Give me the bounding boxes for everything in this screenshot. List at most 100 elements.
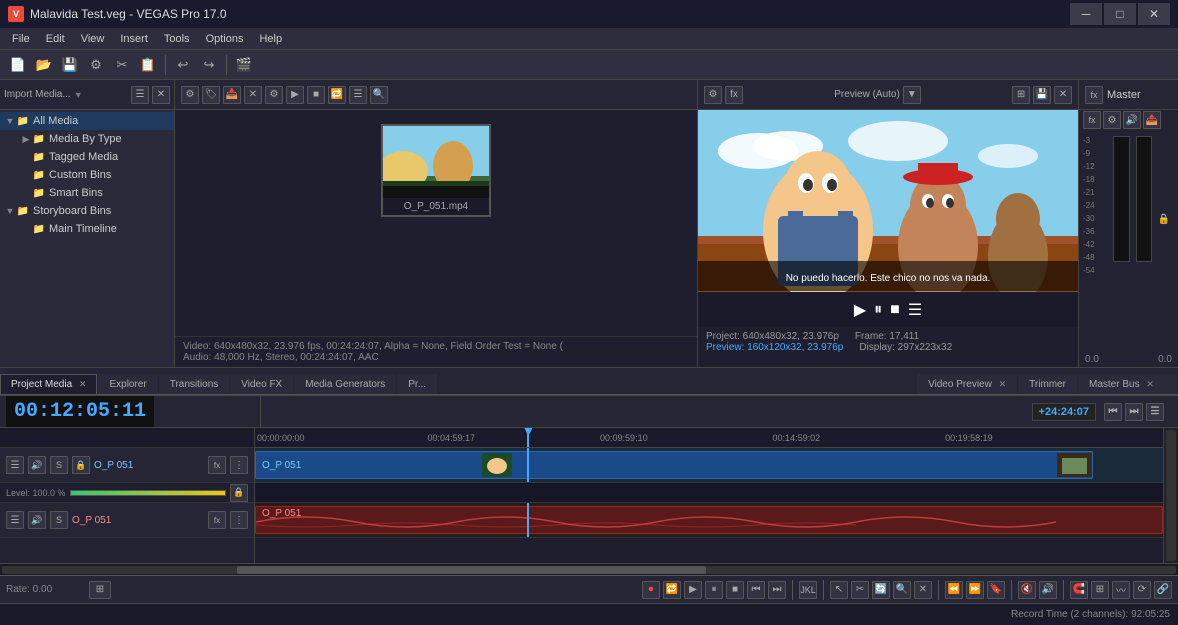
preview-more-btn[interactable]: ☰ xyxy=(908,300,922,320)
preview-save-btn[interactable]: 💾 xyxy=(1033,86,1051,104)
minimize-button[interactable]: ─ xyxy=(1070,3,1102,25)
next-frame-btn[interactable]: ⏭ xyxy=(768,581,786,599)
menu-help[interactable]: Help xyxy=(251,31,290,47)
track-solo-btn-a[interactable]: S xyxy=(50,511,68,529)
auto-btn[interactable]: ⊞ xyxy=(89,581,111,599)
tree-item-all-media[interactable]: ▼ 📁 All Media xyxy=(0,112,174,130)
preview-dropdown-btn[interactable]: ▼ xyxy=(903,86,921,104)
maximize-button[interactable]: □ xyxy=(1104,3,1136,25)
tab-master-bus[interactable]: Master Bus ✕ xyxy=(1078,374,1177,394)
titlebar-controls[interactable]: ─ □ ✕ xyxy=(1070,3,1170,25)
record-btn[interactable]: ⏺ xyxy=(642,581,660,599)
vol-btn[interactable]: 🔊 xyxy=(1039,581,1057,599)
track-solo-btn-v[interactable]: S xyxy=(50,456,68,474)
split-btn[interactable]: ✂ xyxy=(851,581,869,599)
delete-btn[interactable]: ✕ xyxy=(914,581,932,599)
undo-button[interactable]: ↩ xyxy=(171,53,195,77)
pause-btn[interactable]: ⏸ xyxy=(705,581,723,599)
audio-clip-main[interactable]: O_P 051 xyxy=(255,506,1163,534)
media-close-btn[interactable]: ✕ xyxy=(152,86,170,104)
tab-video-preview[interactable]: Video Preview ✕ xyxy=(917,374,1017,394)
snap-btn[interactable]: 🧲 xyxy=(1070,581,1088,599)
tree-item-main-timeline[interactable]: 📁 Main Timeline xyxy=(0,220,174,238)
video-clip-main[interactable]: O_P 051 xyxy=(255,451,1093,479)
menu-tools[interactable]: Tools xyxy=(156,31,198,47)
hscroll-track[interactable] xyxy=(2,566,1176,574)
center-tag-btn[interactable]: 🏷 xyxy=(202,86,220,104)
center-import-btn[interactable]: 📥 xyxy=(223,86,241,104)
tab-project-media[interactable]: Project Media ✕ xyxy=(0,374,97,394)
track-more-btn-v[interactable]: ⋮ xyxy=(230,456,248,474)
settings-button[interactable]: ⚙ xyxy=(84,53,108,77)
tab-close-icon[interactable]: ✕ xyxy=(79,379,87,389)
new-button[interactable]: 📄 xyxy=(6,53,30,77)
center-stop-btn[interactable]: ■ xyxy=(307,86,325,104)
track-menu-btn-a[interactable]: ☰ xyxy=(6,511,24,529)
tree-item-tagged-media[interactable]: 📁 Tagged Media xyxy=(0,148,174,166)
track-more-btn-a[interactable]: ⋮ xyxy=(230,511,248,529)
center-loop-btn[interactable]: 🔁 xyxy=(328,86,346,104)
tree-item-media-by-type[interactable]: ▶ 📁 Media By Type xyxy=(0,130,174,148)
open-button[interactable]: 📂 xyxy=(32,53,56,77)
loop-btn[interactable]: 🔁 xyxy=(663,581,681,599)
cut-button[interactable]: ✂ xyxy=(110,53,134,77)
track-mute-btn-v[interactable]: 🔊 xyxy=(28,456,46,474)
tab-video-fx[interactable]: Video FX xyxy=(230,374,293,394)
level-lock-btn[interactable]: 🔒 xyxy=(230,484,248,502)
track-fx-btn-v[interactable]: fx xyxy=(208,456,226,474)
menu-edit[interactable]: Edit xyxy=(38,31,73,47)
preview-gear-btn[interactable]: ⚙ xyxy=(704,86,722,104)
close-button[interactable]: ✕ xyxy=(1138,3,1170,25)
media-toolbar-dropdown[interactable]: ▼ xyxy=(74,90,83,100)
play-btn[interactable]: ▶ xyxy=(684,581,702,599)
track-mute-btn-a[interactable]: 🔊 xyxy=(28,511,46,529)
preview-stop-btn[interactable]: ■ xyxy=(890,301,900,319)
tab-explorer[interactable]: Explorer xyxy=(98,374,157,394)
tree-item-storyboard-bins[interactable]: ▼ 📁 Storyboard Bins xyxy=(0,202,174,220)
tab-vp-close[interactable]: ✕ xyxy=(999,379,1007,389)
render-button[interactable]: 🎬 xyxy=(232,53,256,77)
level-slider[interactable] xyxy=(70,490,226,496)
prev-frame-btn[interactable]: ⏮ xyxy=(747,581,765,599)
copy-button[interactable]: 📋 xyxy=(136,53,160,77)
video-track-area[interactable]: O_P 051 xyxy=(255,448,1163,483)
tab-trimmer[interactable]: Trimmer xyxy=(1018,374,1077,394)
mute-btn[interactable]: 🔇 xyxy=(1018,581,1036,599)
center-settings-btn[interactable]: ⚙ xyxy=(181,86,199,104)
preview-pause-btn[interactable]: ⏸ xyxy=(874,301,882,319)
save-button[interactable]: 💾 xyxy=(58,53,82,77)
marker-btn[interactable]: 🔖 xyxy=(987,581,1005,599)
auto-ripple-btn[interactable]: ⟳ xyxy=(1133,581,1151,599)
import-media-btn[interactable]: Import Media... xyxy=(4,89,71,100)
preview-fx-btn[interactable]: fx xyxy=(725,86,743,104)
vscroll-thumb[interactable] xyxy=(1166,430,1176,561)
center-play-btn[interactable]: ▶ xyxy=(286,86,304,104)
mixer-gear-btn[interactable]: ⚙ xyxy=(1103,111,1121,129)
track-lock-btn-v[interactable]: 🔒 xyxy=(72,456,90,474)
center-delete-btn[interactable]: ✕ xyxy=(244,86,262,104)
tree-item-custom-bins[interactable]: 📁 Custom Bins xyxy=(0,166,174,184)
timeline-menu-btn[interactable]: ☰ xyxy=(1146,403,1164,421)
next-marker-btn[interactable]: ⏩ xyxy=(966,581,984,599)
redo-button[interactable]: ↪ xyxy=(197,53,221,77)
ripple-btn[interactable]: 〰 xyxy=(1112,581,1130,599)
track-menu-btn-v[interactable]: ☰ xyxy=(6,456,24,474)
mixer-bus-btn[interactable]: 🔊 xyxy=(1123,111,1141,129)
track-fx-btn-a[interactable]: fx xyxy=(208,511,226,529)
timeline-play-btn[interactable]: ⏭ xyxy=(1125,403,1143,421)
sync-btn[interactable]: 🔗 xyxy=(1154,581,1172,599)
center-gear-btn[interactable]: ⚙ xyxy=(265,86,283,104)
loop-region-btn[interactable]: 🔄 xyxy=(872,581,890,599)
jkl-btn[interactable]: JKL xyxy=(799,581,817,599)
stop-btn[interactable]: ■ xyxy=(726,581,744,599)
center-zoom-btn[interactable]: 🔍 xyxy=(370,86,388,104)
menu-file[interactable]: File xyxy=(4,31,38,47)
tree-item-smart-bins[interactable]: 📁 Smart Bins xyxy=(0,184,174,202)
tab-media-generators[interactable]: Media Generators xyxy=(294,374,396,394)
tab-transitions[interactable]: Transitions xyxy=(159,374,230,394)
media-view-btn[interactable]: ☰ xyxy=(131,86,149,104)
timeline-prev-btn[interactable]: ⏮ xyxy=(1104,403,1122,421)
media-thumbnail[interactable]: O_P_051.mp4 xyxy=(381,124,491,217)
mixer-fx-btn[interactable]: fx xyxy=(1083,111,1101,129)
preview-grid-btn[interactable]: ⊞ xyxy=(1012,86,1030,104)
